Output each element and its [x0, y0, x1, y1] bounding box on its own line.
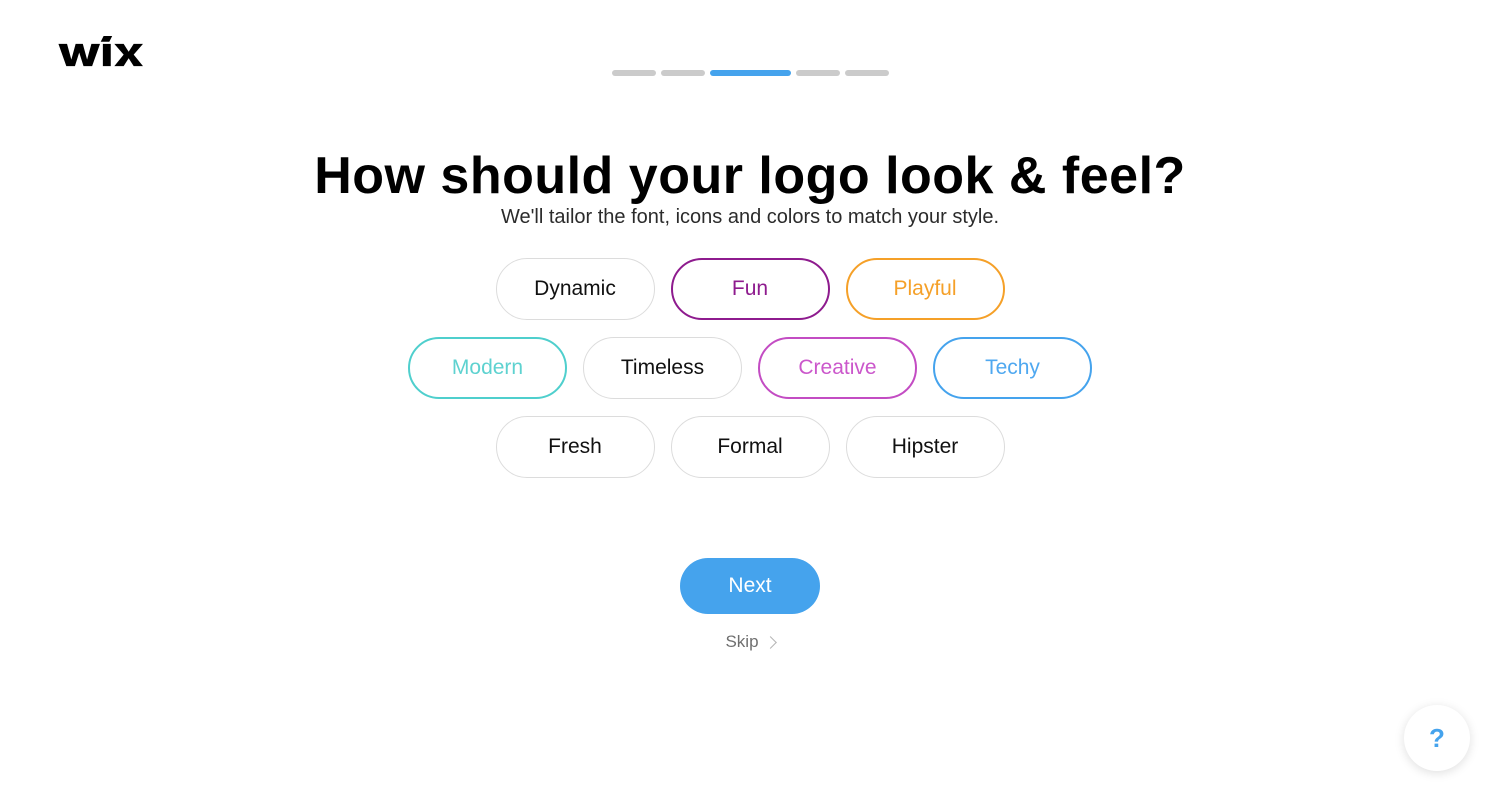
page-subtitle: We'll tailor the font, icons and colors …	[500, 206, 1000, 228]
skip-link[interactable]: Skip	[725, 632, 777, 652]
style-option-creative[interactable]: Creative	[758, 337, 917, 399]
style-option-label: Playful	[893, 277, 957, 300]
skip-link-container: Skip	[0, 632, 1500, 652]
style-options: Dynamic Fun Playful Modern Timeless Crea…	[0, 258, 1500, 495]
chevron-right-icon	[763, 635, 777, 649]
question-mark-icon: ?	[1429, 722, 1445, 753]
next-button-container: Next	[0, 558, 1500, 614]
style-option-playful[interactable]: Playful	[845, 258, 1005, 320]
help-button[interactable]: ?	[1404, 705, 1470, 771]
style-options-row-2: Modern Timeless Creative Techy	[0, 337, 1500, 399]
style-option-label: Fresh	[548, 435, 602, 458]
style-option-formal[interactable]: Formal	[670, 416, 830, 478]
style-option-label: Timeless	[620, 356, 705, 379]
style-option-hipster[interactable]: Hipster	[845, 416, 1005, 478]
style-options-row-1: Dynamic Fun Playful	[0, 258, 1500, 320]
style-option-label: Dynamic	[534, 277, 616, 300]
style-option-dynamic[interactable]: Dynamic	[495, 258, 655, 320]
skip-link-label: Skip	[725, 632, 759, 651]
style-option-label: Creative	[798, 356, 877, 379]
style-option-timeless[interactable]: Timeless	[583, 337, 742, 399]
style-option-label: Fun	[731, 277, 769, 300]
style-option-label: Formal	[717, 435, 783, 458]
progress-step-4	[795, 70, 840, 76]
progress-step-3	[709, 70, 791, 76]
progress-step-1	[611, 70, 656, 76]
progress-step-5	[844, 70, 889, 76]
style-option-fun[interactable]: Fun	[670, 258, 830, 320]
style-option-label: Techy	[985, 356, 1040, 379]
next-button[interactable]: Next	[680, 558, 820, 614]
style-options-row-3: Fresh Formal Hipster	[0, 416, 1500, 478]
style-option-fresh[interactable]: Fresh	[495, 416, 655, 478]
style-option-techy[interactable]: Techy	[933, 337, 1092, 399]
style-option-label: Hipster	[891, 435, 959, 458]
progress-step-2	[660, 70, 705, 76]
style-option-label: Modern	[451, 356, 524, 379]
style-option-modern[interactable]: Modern	[408, 337, 567, 399]
progress-indicator	[0, 70, 1500, 76]
page-title: How should your logo look & feel?	[314, 146, 1186, 205]
